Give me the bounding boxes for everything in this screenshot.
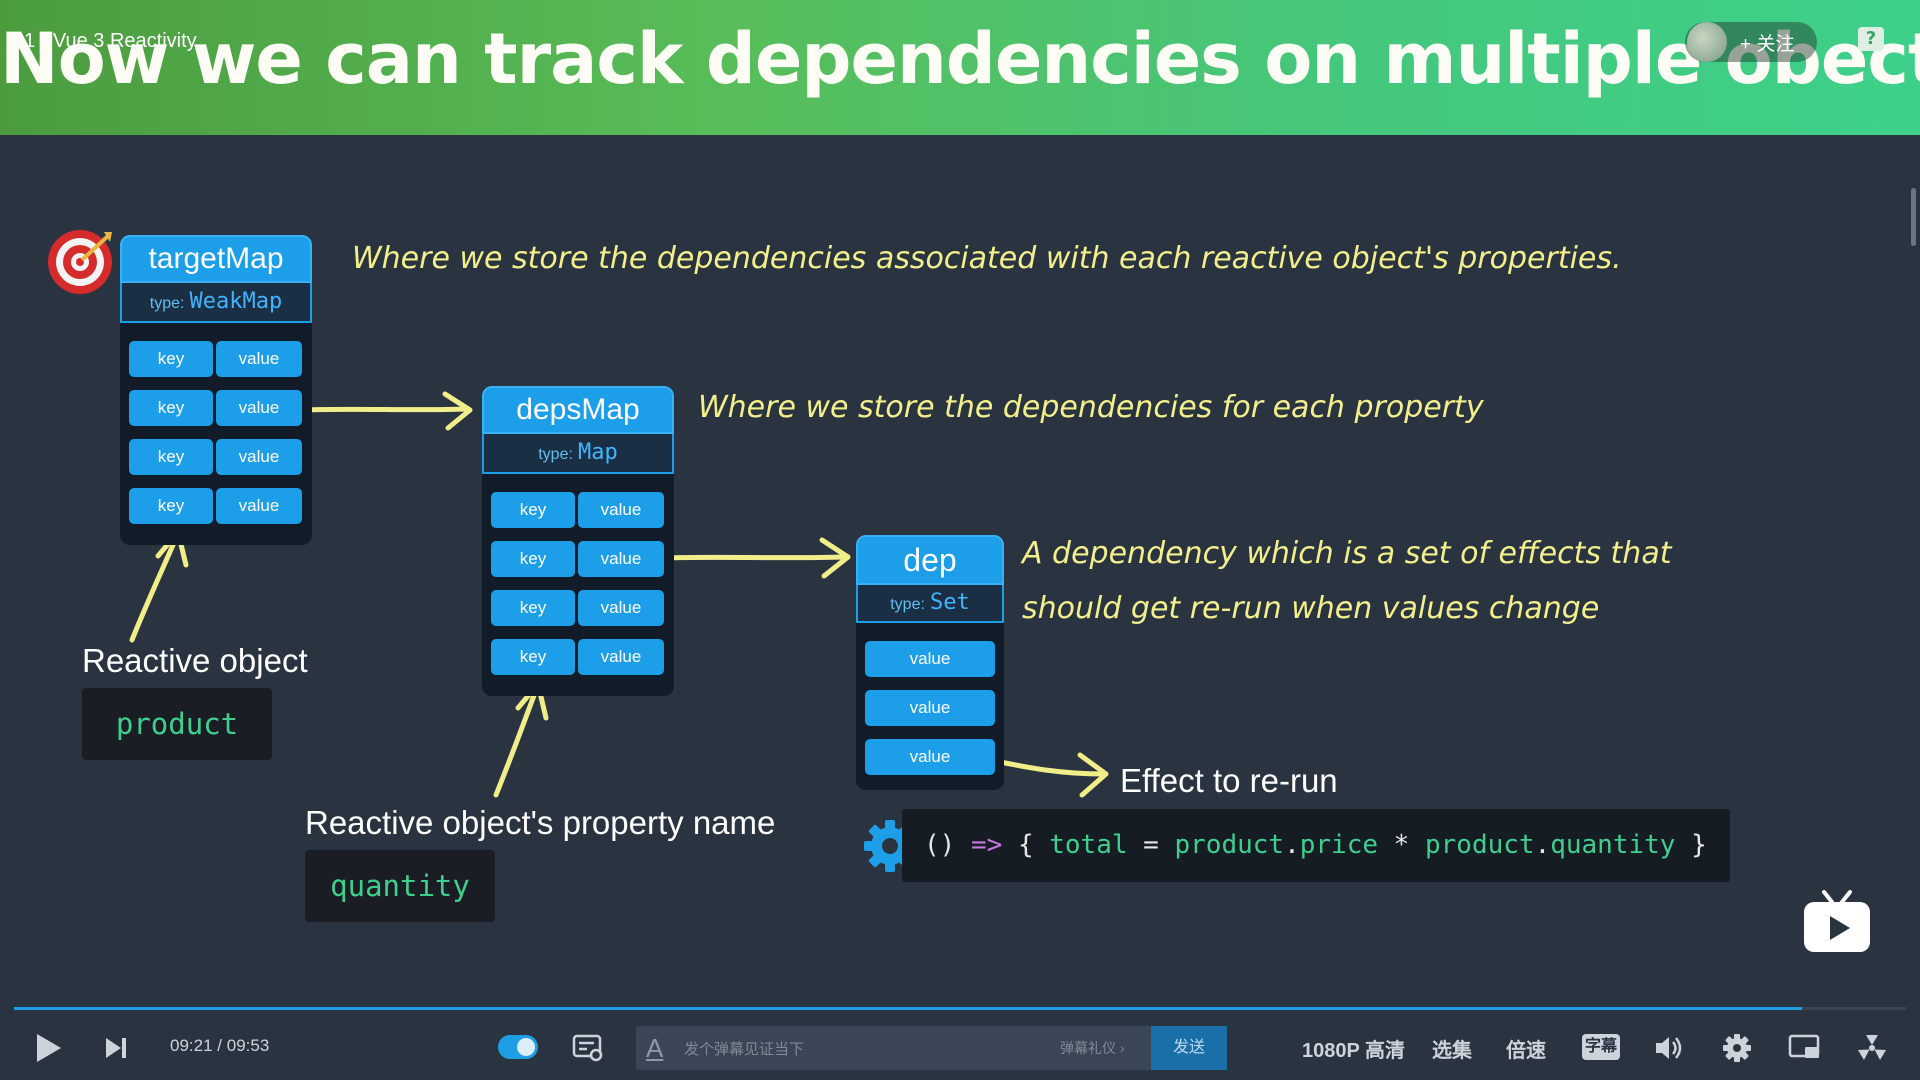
next-icon[interactable] (104, 1036, 128, 1060)
danmaku-send-button[interactable]: 发送 (1151, 1026, 1227, 1070)
current-time: 09:21 (170, 1036, 213, 1055)
table-row: key value (129, 439, 302, 475)
time-readout: 09:21 / 09:53 (170, 1036, 269, 1056)
effect-label: Effect to re-run (1120, 762, 1338, 799)
table-row: key value (491, 492, 664, 528)
targetmap-type: type: WeakMap (120, 283, 312, 323)
episodes-button[interactable]: 选集 (1432, 1034, 1472, 1063)
dep-note-line1: A dependency which is a set of effects t… (1022, 536, 1672, 571)
reactive-object-code: product (82, 688, 272, 760)
dep-type: type: Set (856, 585, 1004, 623)
play-icon[interactable] (34, 1032, 64, 1064)
depsmap-type: type: Map (482, 434, 674, 474)
dep-title: dep (856, 535, 1004, 585)
volume-icon[interactable] (1654, 1034, 1684, 1062)
danmaku-toggle-knob (517, 1038, 535, 1056)
list-item: value (865, 641, 995, 677)
font-style-icon[interactable]: A (646, 1033, 663, 1064)
dep-note-line2: should get re-run when values change (1022, 591, 1600, 626)
list-item: value (865, 690, 995, 726)
depsmap-box: depsMap type: Map key value key value ke… (482, 386, 674, 696)
targetmap-title: targetMap (120, 235, 312, 283)
target-icon (48, 230, 112, 294)
duration: 09:53 (226, 1036, 270, 1055)
danmaku-etiquette-link[interactable]: 弹幕礼仪 › (1060, 1038, 1125, 1058)
subtitle-button[interactable]: 字幕 (1582, 1034, 1620, 1060)
quality-button[interactable]: 1080P 高清 (1302, 1034, 1405, 1063)
progress-fill[interactable] (14, 1007, 1802, 1010)
bilibili-tv-icon[interactable] (1802, 888, 1872, 954)
table-row: key value (129, 488, 302, 524)
depsmap-title: depsMap (482, 386, 674, 434)
effect-code: () => { total = product.price * product.… (902, 809, 1730, 882)
targetmap-box: targetMap type: WeakMap key value key va… (120, 235, 312, 545)
danmaku-input[interactable]: 发个弹幕见证当下 (684, 1038, 804, 1059)
targetmap-note: Where we store the dependencies associat… (352, 241, 1622, 276)
fullscreen-icon[interactable] (1856, 1032, 1888, 1064)
table-row: key value (491, 541, 664, 577)
table-row: key value (129, 341, 302, 377)
time-separator: / (217, 1036, 223, 1055)
table-row: key value (491, 590, 664, 626)
speed-button[interactable]: 倍速 (1506, 1034, 1546, 1063)
reactive-object-label: Reactive object (82, 642, 308, 679)
property-name-code: quantity (305, 850, 495, 922)
list-item: value (865, 739, 995, 775)
depsmap-note: Where we store the dependencies for each… (698, 390, 1484, 425)
table-row: key value (491, 639, 664, 675)
danmaku-settings-icon[interactable] (572, 1034, 604, 1062)
settings-gear-icon[interactable] (1722, 1033, 1752, 1063)
danmaku-toggle[interactable] (498, 1035, 538, 1059)
property-name-label: Reactive object's property name (305, 804, 776, 841)
dep-box: dep type: Set value value value (856, 535, 1004, 790)
pip-icon[interactable] (1788, 1034, 1822, 1062)
table-row: key value (129, 390, 302, 426)
